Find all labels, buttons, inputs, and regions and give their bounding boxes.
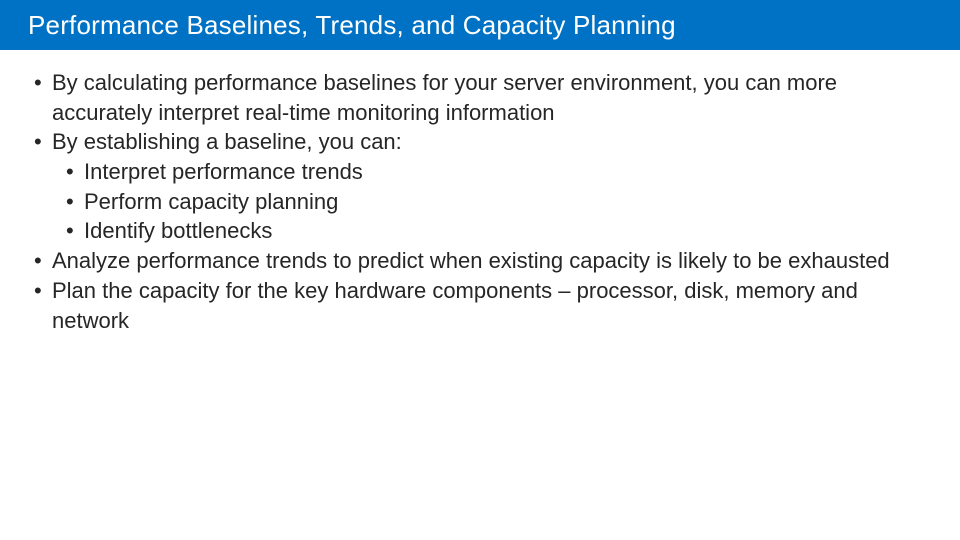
bullet-text: Analyze performance trends to predict wh… (52, 248, 890, 273)
bullet-item: Plan the capacity for the key hardware c… (34, 276, 926, 335)
bullet-text: By calculating performance baselines for… (52, 70, 837, 125)
slide: { "title": "Performance Baselines, Trend… (0, 0, 960, 540)
bullet-item: By establishing a baseline, you can: Int… (34, 127, 926, 246)
bullet-text: By establishing a baseline, you can: (52, 129, 402, 154)
bullet-item: Analyze performance trends to predict wh… (34, 246, 926, 276)
sub-bullet-item: Identify bottlenecks (66, 216, 926, 246)
bullet-text: Plan the capacity for the key hardware c… (52, 278, 858, 333)
bullet-item: By calculating performance baselines for… (34, 68, 926, 127)
sub-bullet-item: Perform capacity planning (66, 187, 926, 217)
sub-bullet-text: Interpret performance trends (84, 159, 363, 184)
title-bar: Performance Baselines, Trends, and Capac… (0, 0, 960, 50)
slide-content: By calculating performance baselines for… (0, 50, 960, 335)
slide-title: Performance Baselines, Trends, and Capac… (28, 10, 676, 41)
sub-bullet-text: Perform capacity planning (84, 189, 338, 214)
sub-bullet-list: Interpret performance trends Perform cap… (52, 157, 926, 246)
sub-bullet-text: Identify bottlenecks (84, 218, 272, 243)
sub-bullet-item: Interpret performance trends (66, 157, 926, 187)
bullet-list: By calculating performance baselines for… (34, 68, 926, 335)
